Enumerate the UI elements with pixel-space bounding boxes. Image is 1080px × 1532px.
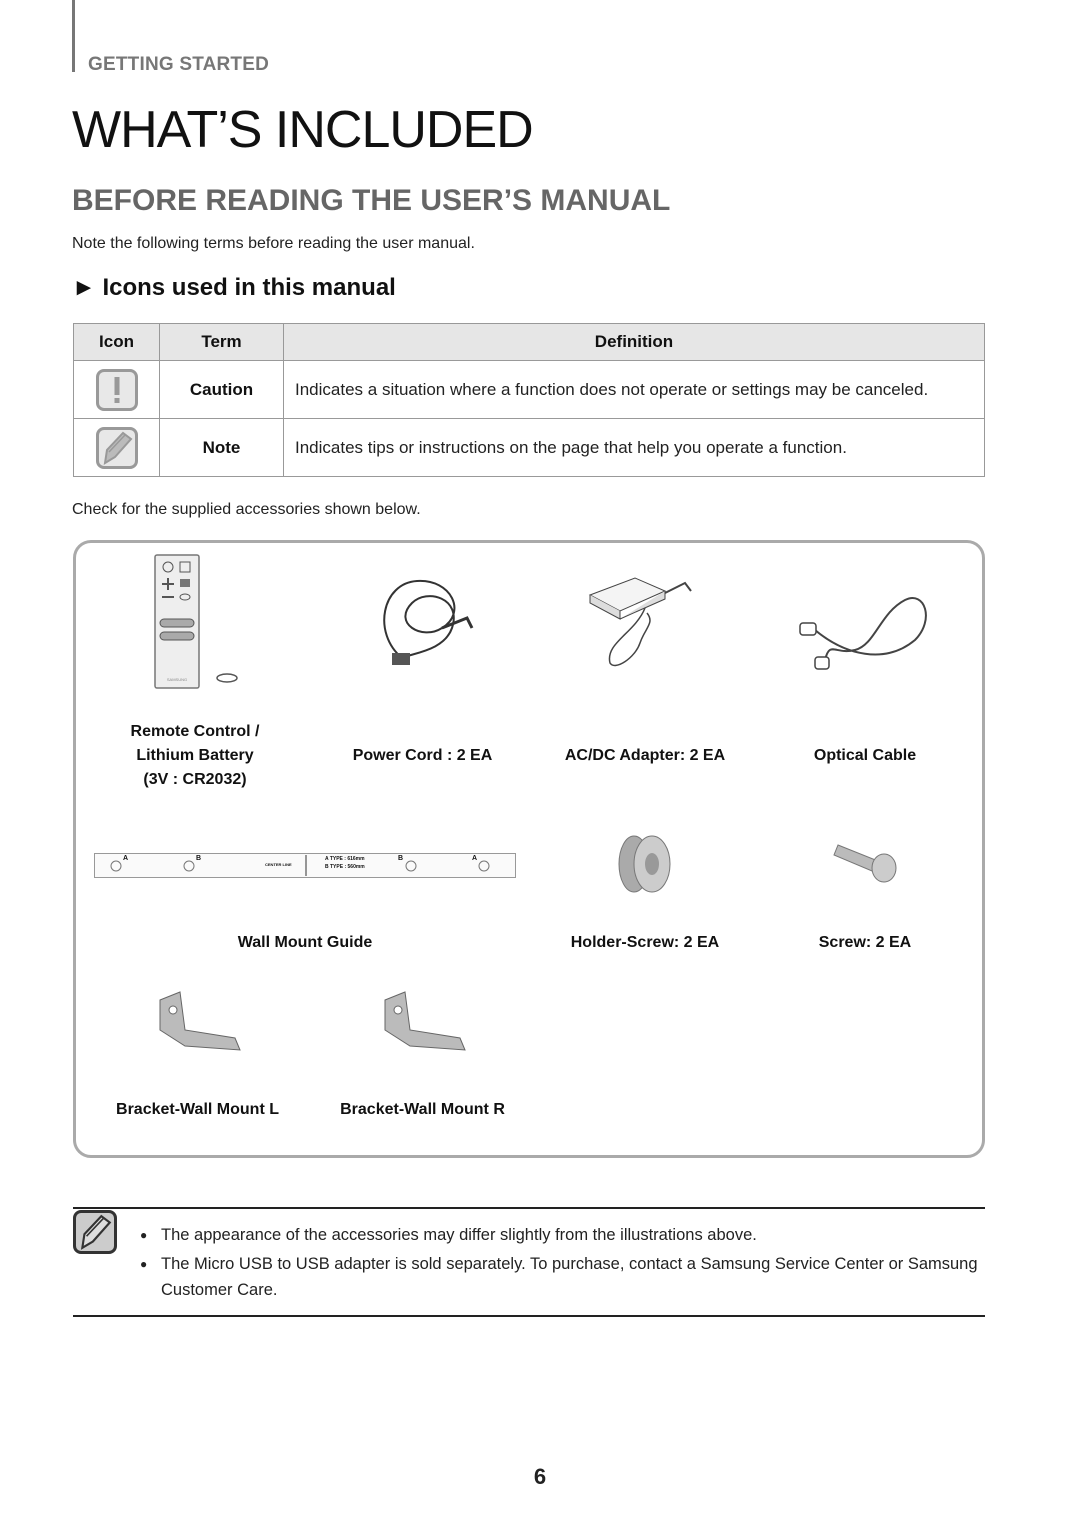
note-item: The Micro USB to USB adapter is sold sep… (140, 1251, 980, 1303)
label-ac-dc-adapter: AC/DC Adapter: 2 EA (564, 747, 726, 764)
power-cord-icon (383, 579, 474, 665)
notes-top-rule (73, 1207, 985, 1209)
guide-label-a-left: A (123, 855, 129, 862)
guide-b-type: B TYPE : 560mm (325, 864, 365, 870)
wall-mount-guide-icon: A B CENTER LINE A TYPE : 616mm B TYPE : … (94, 853, 516, 878)
icons-table: Icon Term Definition Caution Indicates a… (73, 323, 985, 477)
label-bracket-right: Bracket-Wall Mount R (340, 1101, 505, 1118)
table-row: Note Indicates tips or instructions on t… (73, 418, 985, 477)
accessories-intro: Check for the supplied accessories shown… (72, 501, 421, 518)
note-icon (73, 1210, 117, 1254)
label-bracket-left: Bracket-Wall Mount L (116, 1101, 279, 1118)
page-number: 6 (533, 1464, 547, 1489)
note-icon (95, 426, 138, 469)
optical-cable-icon (799, 597, 927, 670)
column-header-definition: Definition (283, 323, 985, 361)
column-header-icon: Icon (73, 323, 160, 361)
bracket-right-icon (384, 991, 466, 1051)
remote-control-icon: SAMSUNG (154, 554, 238, 689)
definition-note: Indicates tips or instructions on the pa… (283, 418, 985, 477)
bracket-left-icon (159, 991, 241, 1051)
term-note: Note (159, 418, 284, 477)
section-marker-bar (72, 0, 75, 72)
ac-dc-adapter-icon (588, 577, 692, 667)
note-item: The appearance of the accessories may di… (140, 1222, 980, 1248)
page-title: WHAT’S INCLUDED (72, 101, 534, 159)
intro-text: Note the following terms before reading … (72, 235, 475, 252)
notes-list: The appearance of the accessories may di… (140, 1222, 980, 1306)
label-remote-control: Remote Control / Lithium Battery (3V : C… (130, 723, 260, 788)
triangle-marker-icon: ► (72, 274, 96, 301)
guide-label-b-right: B (398, 855, 404, 862)
notes-bottom-rule (73, 1315, 985, 1317)
label-holder-screw: Holder-Screw: 2 EA (570, 934, 720, 951)
holder-screw-icon (618, 835, 671, 893)
label-optical-cable: Optical Cable (813, 747, 917, 764)
guide-center-line: CENTER LINE (265, 862, 292, 867)
table-row: Caution Indicates a situation where a fu… (73, 360, 985, 419)
remote-brand: SAMSUNG (167, 677, 187, 682)
guide-label-b-left: B (196, 855, 202, 862)
definition-caution: Indicates a situation where a function d… (283, 360, 985, 419)
screw-icon (833, 844, 897, 883)
icons-heading-text: Icons used in this manual (102, 274, 396, 301)
label-wall-mount-guide: Wall Mount Guide (237, 934, 373, 951)
caution-icon (95, 368, 138, 411)
label-power-cord: Power Cord : 2 EA (352, 747, 493, 764)
label-screw: Screw: 2 EA (818, 934, 912, 951)
guide-label-a-right: A (472, 855, 478, 862)
section-label: GETTING STARTED (88, 54, 270, 75)
icons-heading: ► Icons used in this manual (72, 274, 396, 302)
term-caution: Caution (159, 360, 284, 419)
subsection-heading: BEFORE READING THE USER’S MANUAL (72, 184, 671, 217)
column-header-term: Term (159, 323, 284, 361)
table-header-row: Icon Term Definition (73, 323, 985, 361)
guide-a-type: A TYPE : 616mm (325, 856, 365, 862)
